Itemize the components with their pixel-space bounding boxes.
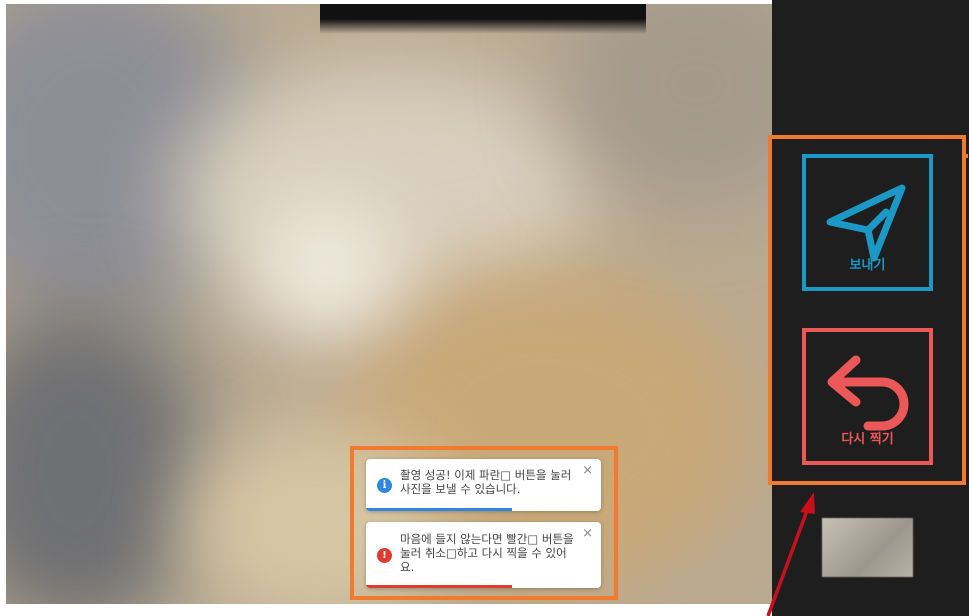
toast-progress-bar — [366, 585, 512, 588]
toast-message: 촬영 성공! 이제 파란□ 버튼을 눌러 사진을 보낼 수 있습니다. — [400, 468, 572, 496]
toast-progress-bar — [366, 508, 512, 511]
button-group-highlight — [768, 135, 966, 485]
error-icon: ! — [377, 548, 392, 563]
close-icon[interactable]: × — [582, 463, 593, 478]
toast-message: 마음에 들지 않는다면 빨간□ 버튼을 눌러 취소□하고 다시 찍을 수 있어요… — [400, 532, 574, 574]
photo-thumbnail[interactable] — [822, 518, 913, 577]
close-icon[interactable]: × — [582, 526, 593, 541]
preview-top-bar — [320, 4, 646, 34]
toast-error: ! 마음에 들지 않는다면 빨간□ 버튼을 눌러 취소□하고 다시 찍을 수 있… — [366, 522, 601, 588]
toast-info: i 촬영 성공! 이제 파란□ 버튼을 눌러 사진을 보낼 수 있습니다. × — [366, 459, 601, 511]
info-icon: i — [377, 478, 392, 493]
